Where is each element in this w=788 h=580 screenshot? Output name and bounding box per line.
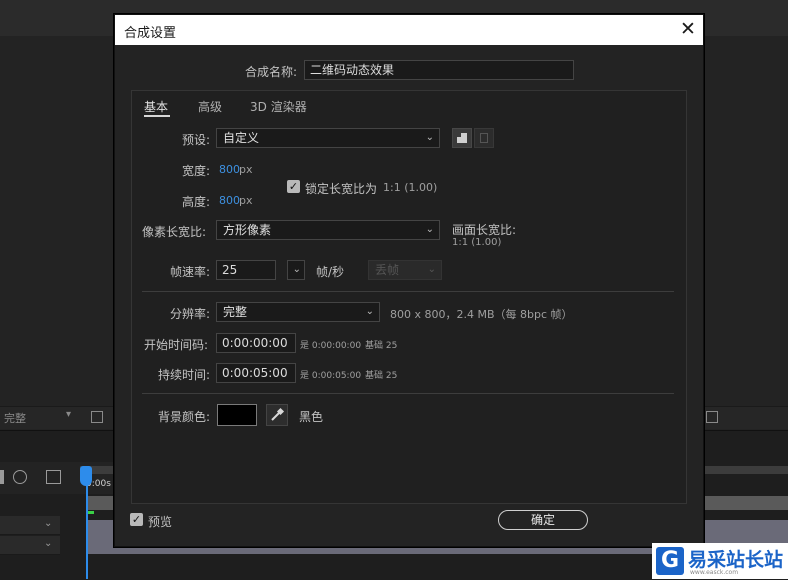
section-divider	[142, 291, 674, 292]
tab-3d-renderer[interactable]: 3D 渲染器	[250, 98, 307, 115]
start-timecode-input[interactable]: 0:00:00:00	[216, 333, 296, 353]
site-logo-icon: G	[656, 547, 684, 575]
chevron-down-icon: ⌄	[425, 132, 434, 143]
frame-aspect-value: 1:1 (1.00)	[452, 237, 502, 248]
playhead-line	[86, 468, 88, 579]
region-icon[interactable]	[91, 411, 103, 423]
bg-color-swatch[interactable]	[217, 404, 257, 426]
watermark-text: 易采站长站	[688, 549, 784, 571]
lock-aspect-checkbox[interactable]: ✓	[287, 180, 300, 193]
tab-active-indicator	[144, 115, 170, 117]
save-icon-corner	[457, 133, 461, 137]
pixel-aspect-value: 方形像素	[223, 223, 272, 237]
preset-value: 自定义	[223, 131, 260, 145]
chevron-down-icon: ⌄	[427, 264, 436, 275]
frame-aspect-label: 画面长宽比:	[452, 223, 517, 237]
chevron-down-icon: ▾	[66, 409, 72, 420]
eyedropper-button[interactable]	[266, 404, 288, 426]
frame-rate-dropdown[interactable]: ⌄	[287, 260, 305, 280]
pixel-aspect-label: 像素长宽比:	[142, 225, 207, 239]
duration-equals: 是 0:00:05:00	[300, 371, 362, 381]
timeline-layer-row[interactable]: ⌄	[0, 516, 60, 535]
resolution-value: 完整	[223, 305, 248, 319]
height-label: 高度:	[182, 195, 211, 209]
duration-label: 持续时间:	[158, 368, 211, 382]
lock-aspect-value: 1:1 (1.00)	[383, 181, 438, 194]
section-divider	[142, 393, 674, 394]
chevron-down-icon: ⌄	[425, 224, 434, 235]
eyedropper-icon	[271, 407, 285, 421]
start-timecode-label: 开始时间码:	[144, 338, 209, 352]
preset-select[interactable]: 自定义 ⌄	[216, 128, 440, 148]
timeline-layer-row[interactable]: ⌄	[0, 536, 60, 555]
trash-icon	[480, 133, 488, 143]
viewer-resolution-select[interactable]: 完整	[4, 410, 26, 426]
dialog-title: 合成设置	[124, 26, 177, 41]
comp-name-input[interactable]: 二维码动态效果	[304, 60, 574, 80]
preview-label: 预览	[148, 515, 173, 529]
ok-button[interactable]: 确定	[498, 510, 588, 530]
drop-frame-select: 丢帧 ⌄	[368, 260, 442, 280]
chevron-down-icon[interactable]: ⌄	[44, 538, 52, 549]
comp-name-label: 合成名称:	[245, 65, 298, 79]
frame-blend-icon[interactable]	[46, 470, 61, 484]
width-value[interactable]: 800	[219, 163, 240, 176]
frame-rate-label: 帧速率:	[170, 265, 211, 279]
graph-editor-icon[interactable]	[13, 470, 27, 484]
bg-color-name: 黑色	[299, 410, 324, 424]
save-preset-button[interactable]	[452, 128, 472, 148]
frame-rate-input[interactable]: 25	[216, 260, 276, 280]
dialog-titlebar: 合成设置 ✕	[115, 15, 703, 45]
tab-basic[interactable]: 基本	[144, 98, 168, 115]
chevron-down-icon[interactable]: ⌄	[44, 518, 52, 529]
lock-aspect-label: 锁定长宽比为	[305, 182, 378, 196]
preset-label: 预设:	[182, 133, 211, 147]
drop-frame-value: 丢帧	[375, 263, 400, 277]
frame-rate-unit: 帧/秒	[316, 265, 345, 279]
watermark-subtext: www.easck.com	[690, 569, 739, 576]
start-timecode-equals: 是 0:00:00:00	[300, 341, 362, 351]
delete-preset-button[interactable]	[474, 128, 494, 148]
app-right-panel	[702, 36, 788, 406]
grid-icon[interactable]	[706, 411, 718, 423]
chevron-down-icon: ⌄	[365, 306, 374, 317]
settings-panel: 基本 高级 3D 渲染器 预设: 自定义 ⌄ 宽度: 800 px ✓ 锁定长宽…	[131, 90, 687, 504]
pixel-aspect-select[interactable]: 方形像素 ⌄	[216, 220, 440, 240]
height-value[interactable]: 800	[219, 194, 240, 207]
resolution-select[interactable]: 完整 ⌄	[216, 302, 380, 322]
preview-checkbox[interactable]: ✓	[130, 513, 143, 526]
start-timecode-base: 基础 25	[365, 341, 398, 351]
bg-color-label: 背景颜色:	[158, 410, 211, 424]
resolution-info: 800 x 800，2.4 MB（每 8bpc 帧）	[390, 308, 573, 321]
chevron-down-icon: ⌄	[292, 264, 301, 275]
duration-input[interactable]: 0:00:05:00	[216, 363, 296, 383]
duration-base: 基础 25	[365, 371, 398, 381]
width-unit: px	[239, 163, 253, 176]
width-label: 宽度:	[182, 164, 211, 178]
close-icon[interactable]: ✕	[680, 18, 696, 40]
motion-blur-icon[interactable]	[0, 470, 4, 484]
height-unit: px	[239, 194, 253, 207]
resolution-label: 分辨率:	[170, 307, 211, 321]
app-left-panel	[0, 36, 114, 406]
composition-settings-dialog: 合成设置 ✕ 合成名称: 二维码动态效果 基本 高级 3D 渲染器 预设: 自定…	[114, 14, 704, 547]
watermark: G 易采站长站 www.easck.com	[652, 543, 788, 579]
tab-advanced[interactable]: 高级	[198, 98, 222, 115]
